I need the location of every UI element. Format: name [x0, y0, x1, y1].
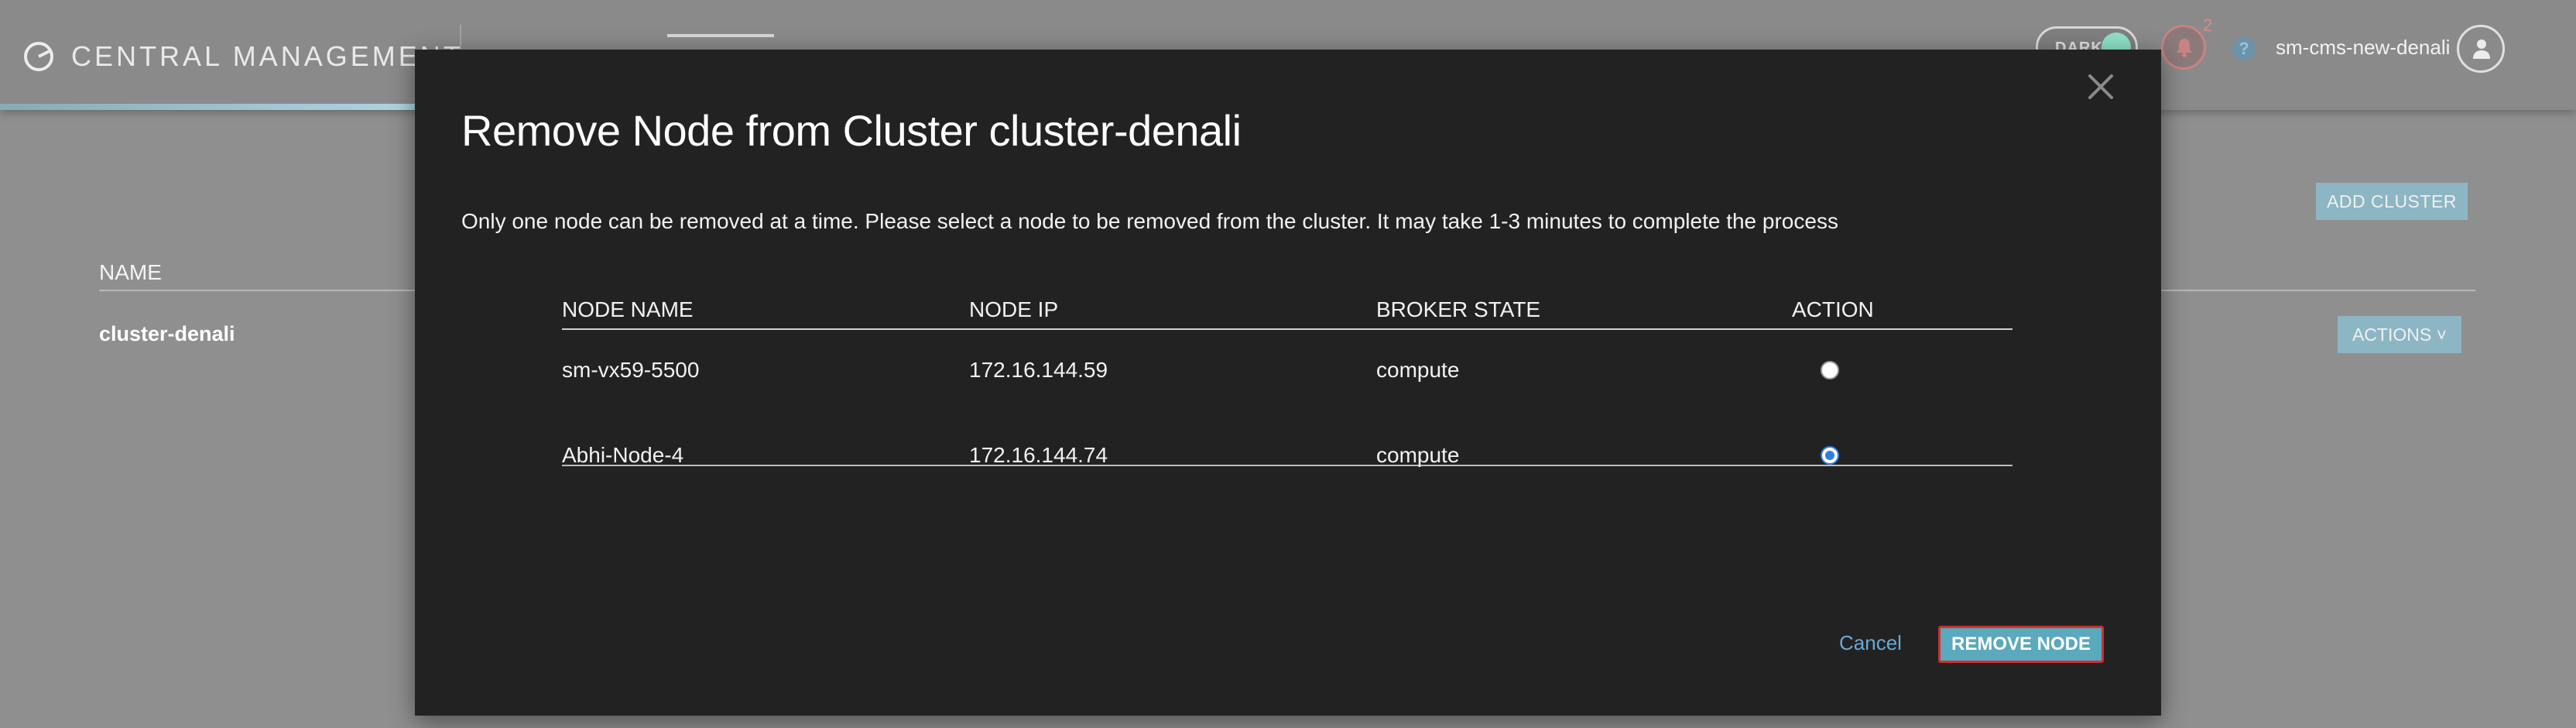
bell-icon [2177, 39, 2192, 57]
node-name-cell: sm-vx59-5500 [562, 358, 700, 382]
broker-state-cell: compute [1376, 443, 1460, 467]
column-header-node-ip: NODE IP [969, 297, 1059, 321]
add-cluster-button[interactable]: ADD CLUSTER [2316, 183, 2468, 220]
cluster-name-cell[interactable]: cluster-denali [99, 322, 235, 346]
column-header-action: ACTION [1792, 297, 1874, 321]
table-header-line [562, 328, 2012, 330]
remove-node-button[interactable]: REMOVE NODE [1938, 626, 2104, 663]
node-select-radio[interactable] [1821, 446, 1839, 465]
node-name-cell: Abhi-Node-4 [562, 443, 684, 467]
user-icon [2473, 39, 2490, 59]
column-header-node-name: NODE NAME [562, 297, 694, 321]
modal-description: Only one node can be removed at a time. … [461, 209, 1838, 233]
brand[interactable]: CENTRAL MANAGEMENT [22, 37, 464, 76]
notification-count-badge: 2 [2203, 15, 2213, 35]
remove-node-modal: Remove Node from Cluster cluster-denali … [415, 50, 2161, 716]
name-column-header: NAME [99, 260, 162, 284]
brand-name: CENTRAL MANAGEMENT [71, 40, 464, 72]
user-avatar-button[interactable] [2457, 25, 2505, 73]
column-header-broker-state: BROKER STATE [1376, 297, 1541, 321]
node-ip-cell: 172.16.144.59 [969, 358, 1108, 382]
broker-state-cell: compute [1376, 358, 1460, 382]
node-ip-cell: 172.16.144.74 [969, 443, 1108, 467]
node-select-radio[interactable] [1821, 361, 1839, 379]
brand-active-underline [0, 104, 418, 110]
brand-logo-icon [24, 42, 53, 71]
table-row[interactable]: Abhi-Node-4 172.16.144.74 compute [562, 443, 2012, 528]
help-icon[interactable]: ? [2232, 37, 2256, 60]
table-row[interactable]: sm-vx59-5500 172.16.144.59 compute [562, 358, 2012, 443]
cancel-button[interactable]: Cancel [1839, 631, 1902, 655]
close-icon[interactable] [2084, 70, 2118, 104]
nav-tab-indicator [667, 34, 774, 37]
actions-dropdown-button[interactable]: ACTIONS ˅ [2338, 316, 2461, 353]
modal-title: Remove Node from Cluster cluster-denali [461, 106, 1242, 155]
notifications-button[interactable] [2161, 25, 2206, 70]
username-label[interactable]: sm-cms-new-denali [2276, 36, 2450, 60]
